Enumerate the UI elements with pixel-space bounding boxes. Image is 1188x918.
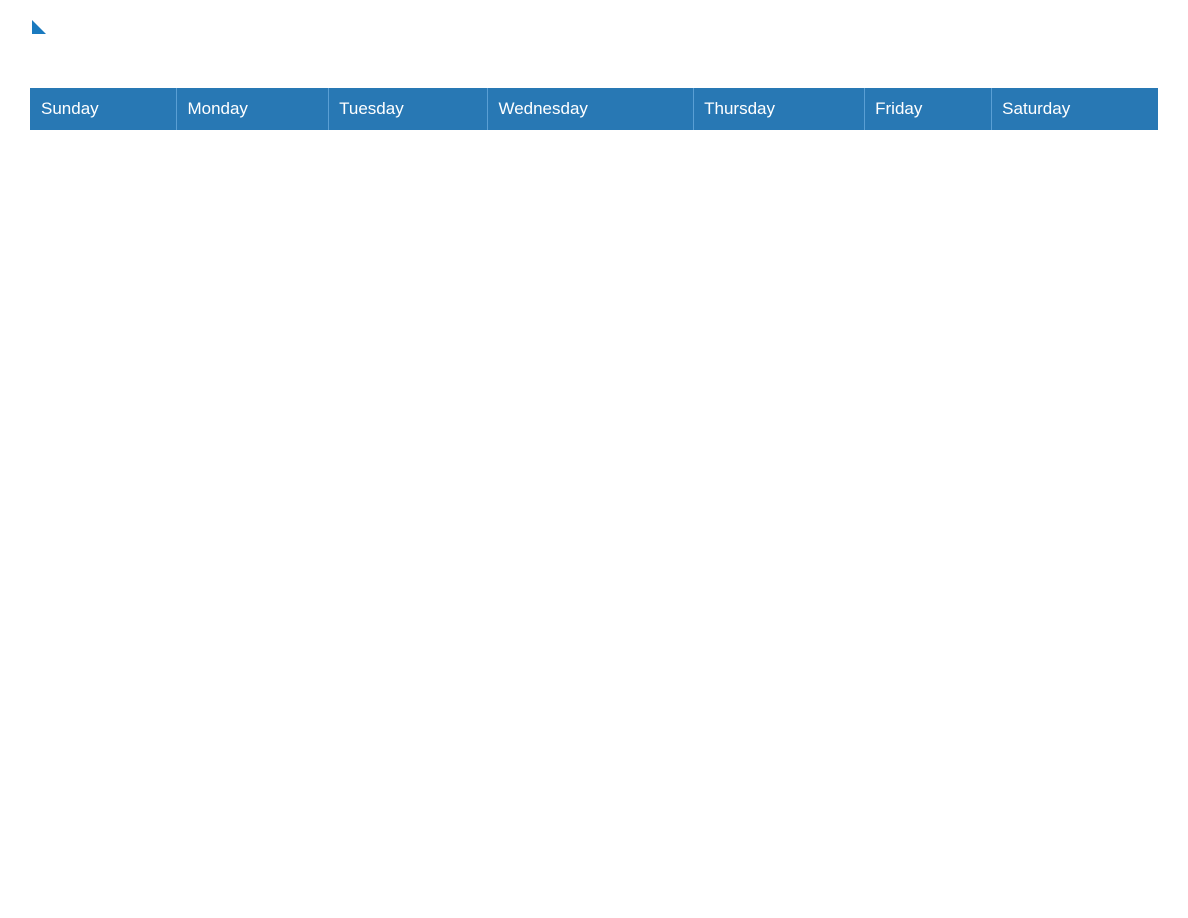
weekday-header-friday: Friday [865,89,992,130]
page: SundayMondayTuesdayWednesdayThursdayFrid… [0,0,1188,160]
weekday-header-saturday: Saturday [992,89,1158,130]
weekday-header-wednesday: Wednesday [488,89,694,130]
weekday-header-row: SundayMondayTuesdayWednesdayThursdayFrid… [31,89,1158,130]
logo-triangle-icon [32,20,46,34]
logo [30,24,46,70]
weekday-header-monday: Monday [177,89,329,130]
header [30,24,1158,70]
weekday-header-tuesday: Tuesday [329,89,488,130]
weekday-header-sunday: Sunday [31,89,177,130]
weekday-header-thursday: Thursday [694,89,865,130]
calendar-table: SundayMondayTuesdayWednesdayThursdayFrid… [30,88,1158,130]
